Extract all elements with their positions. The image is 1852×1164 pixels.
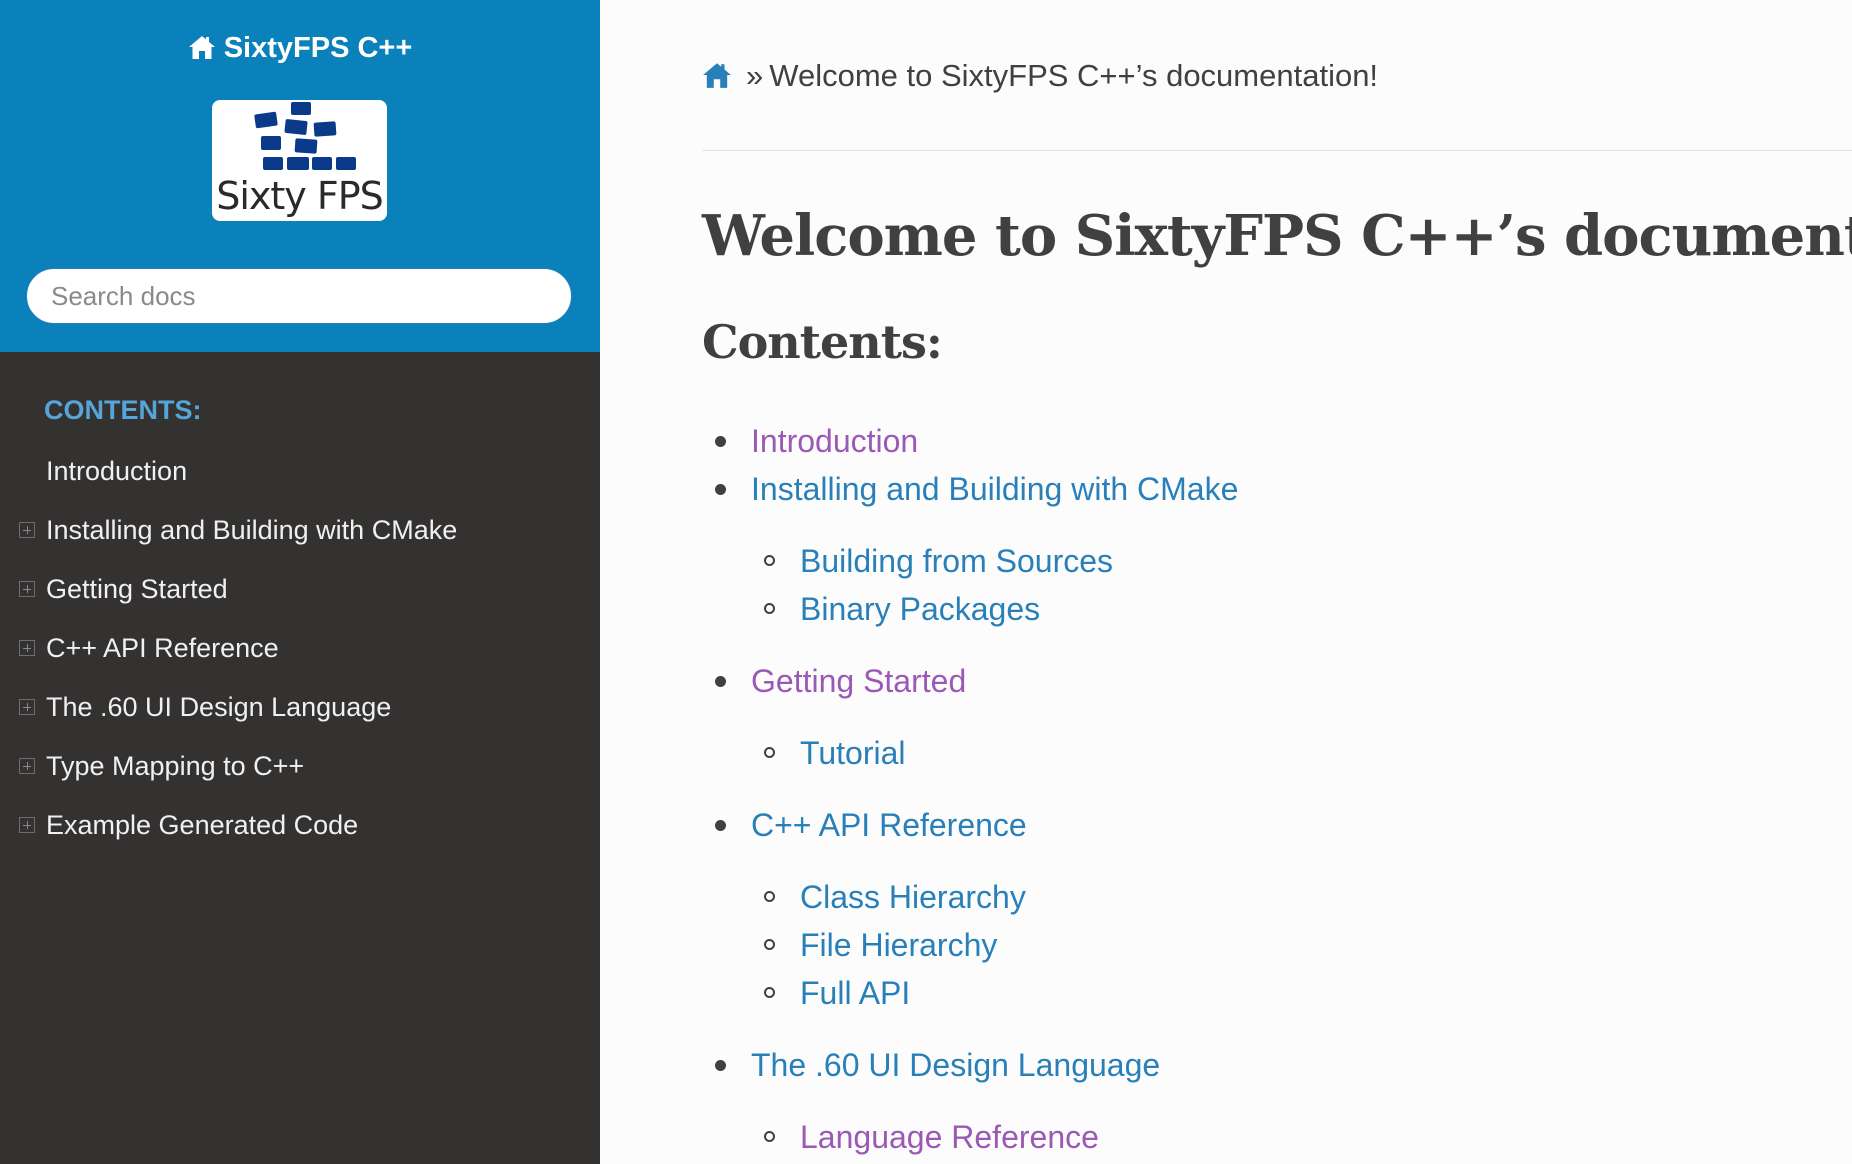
home-icon xyxy=(188,36,215,59)
sidebar-item-type-mapping: Type Mapping to C++ xyxy=(0,741,600,800)
bullet-circle-icon xyxy=(764,939,775,950)
expand-plus-icon[interactable] xyxy=(19,581,35,597)
sidebar-item-cpp-api-reference: C++ API Reference xyxy=(0,623,600,682)
bullet-circle-icon xyxy=(764,555,775,566)
toc-link-introduction[interactable]: Introduction xyxy=(751,419,918,463)
sidebar-header: SixtyFPS C++ Sixty FPS Search docs xyxy=(0,0,600,352)
contents-heading: Contents: xyxy=(702,315,943,369)
toc-link-binary-packages[interactable]: Binary Packages xyxy=(800,587,1040,631)
expand-plus-icon[interactable] xyxy=(19,817,35,833)
sidebar-caption: CONTENTS: xyxy=(44,395,202,425)
bullet-circle-icon xyxy=(764,891,775,902)
bullet-circle-icon xyxy=(764,987,775,998)
sidebar-link-introduction[interactable]: Introduction xyxy=(46,446,187,496)
docs-page: SixtyFPS C++ Sixty FPS Search docs CONTE… xyxy=(0,0,1852,1164)
sidebar-item-introduction: Introduction xyxy=(0,446,600,505)
project-home-link[interactable]: SixtyFPS C++ xyxy=(0,28,600,68)
breadcrumb-separator: » xyxy=(746,58,764,93)
toc-link-file-hierarchy[interactable]: File Hierarchy xyxy=(800,923,997,967)
breadcrumb-current: Welcome to SixtyFPS C++’s documentation! xyxy=(769,58,1379,93)
toc-link-language-reference[interactable]: Language Reference xyxy=(800,1115,1099,1159)
sidebar-item-example-code: Example Generated Code xyxy=(0,800,600,859)
bullet-disc-icon xyxy=(715,1060,726,1071)
bullet-disc-icon xyxy=(715,484,726,495)
logo-blocks-icon xyxy=(254,102,356,170)
toc-link-building-from-sources[interactable]: Building from Sources xyxy=(800,539,1113,583)
bullet-circle-icon xyxy=(764,747,775,758)
sidebar-link-getting-started[interactable]: Getting Started xyxy=(46,564,228,614)
sidebar-link-cpp-api-reference[interactable]: C++ API Reference xyxy=(46,623,279,673)
bullet-circle-icon xyxy=(764,603,775,614)
expand-plus-icon[interactable] xyxy=(19,699,35,715)
expand-plus-icon[interactable] xyxy=(19,522,35,538)
bullet-disc-icon xyxy=(715,676,726,687)
home-icon[interactable] xyxy=(702,61,732,89)
sidebar-link-design-language[interactable]: The .60 UI Design Language xyxy=(46,682,391,732)
logo-wordmark: Sixty FPS xyxy=(216,174,384,218)
toc-link-class-hierarchy[interactable]: Class Hierarchy xyxy=(800,875,1026,919)
toc-link-installing[interactable]: Installing and Building with CMake xyxy=(751,467,1238,511)
toc-link-full-api[interactable]: Full API xyxy=(800,971,910,1015)
sidebar-link-example-code[interactable]: Example Generated Code xyxy=(46,800,358,850)
header-divider xyxy=(702,150,1852,151)
toc-link-getting-started[interactable]: Getting Started xyxy=(751,659,966,703)
expand-plus-icon[interactable] xyxy=(19,758,35,774)
sidebar-link-type-mapping[interactable]: Type Mapping to C++ xyxy=(46,741,304,791)
sidebar-item-getting-started: Getting Started xyxy=(0,564,600,623)
sidebar-toc: Introduction Installing and Building wit… xyxy=(0,446,600,859)
bullet-circle-icon xyxy=(764,1131,775,1142)
breadcrumb: » Welcome to SixtyFPS C++’s documentation… xyxy=(702,56,1378,96)
expand-plus-icon[interactable] xyxy=(19,640,35,656)
toc-link-cpp-api-reference[interactable]: C++ API Reference xyxy=(751,803,1027,847)
sidebar-item-design-language: The .60 UI Design Language xyxy=(0,682,600,741)
search-box xyxy=(26,268,572,324)
toc-link-tutorial[interactable]: Tutorial xyxy=(800,731,906,775)
search-input[interactable] xyxy=(26,268,572,324)
sidebar-link-installing[interactable]: Installing and Building with CMake xyxy=(46,505,457,555)
main-content: » Welcome to SixtyFPS C++’s documentation… xyxy=(600,0,1852,1164)
sidebar-item-installing: Installing and Building with CMake xyxy=(0,505,600,564)
project-logo[interactable]: Sixty FPS xyxy=(212,100,387,221)
sidebar: SixtyFPS C++ Sixty FPS Search docs CONTE… xyxy=(0,0,600,1164)
project-name: SixtyFPS C++ xyxy=(223,32,413,64)
bullet-disc-icon xyxy=(715,436,726,447)
page-title: Welcome to SixtyFPS C++’s documentation! xyxy=(702,203,1852,269)
bullet-disc-icon xyxy=(715,820,726,831)
toc-link-design-language[interactable]: The .60 UI Design Language xyxy=(751,1043,1160,1087)
